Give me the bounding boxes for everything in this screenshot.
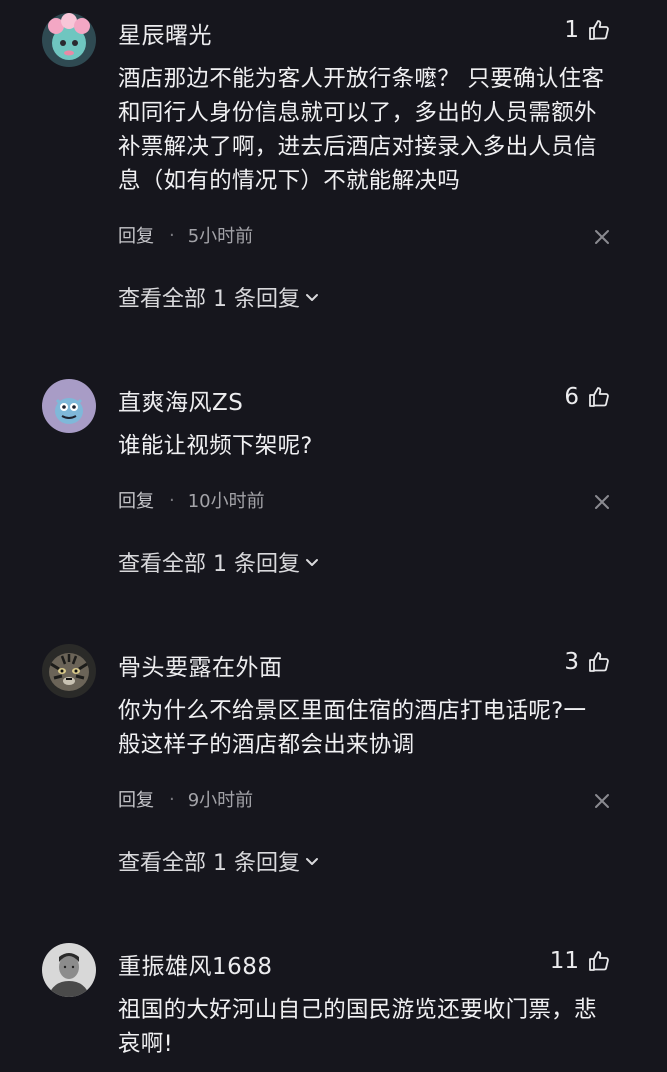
chevron-down-icon [305,559,318,566]
comment-meta: 回复 · 9小时前 [118,786,253,812]
comment-text: 你为什么不给景区里面住宿的酒店打电话呢?一般这样子的酒店都会出来协调 [118,698,587,758]
like-button[interactable]: 1 [564,17,611,43]
username[interactable]: 骨头要露在外面 [118,648,283,682]
separator-dot: · [169,489,175,511]
comment-feed: 星辰曙光 1 酒店那边不能为客人开放行条嚒？ 只要确认住客和同行人身份信息就可以… [0,0,667,1072]
like-button[interactable]: 11 [550,948,611,974]
avatar[interactable] [42,943,96,997]
close-icon[interactable] [593,228,611,246]
chevron-down-icon [305,858,318,865]
like-count: 6 [564,384,579,410]
comment-text: 谁能让视频下架呢? [118,433,313,459]
reply-button[interactable]: 回复 [118,786,154,812]
thumbs-up-icon[interactable] [587,18,611,42]
view-replies-label: 查看全部 1 条回复 [118,287,300,312]
thumbs-up-icon[interactable] [587,949,611,973]
timestamp: 5小时前 [187,226,254,247]
like-count: 1 [564,17,579,43]
view-replies-button[interactable]: 查看全部 1 条回复 [118,845,321,877]
comment-meta: 回复 · 5小时前 [118,222,253,248]
close-icon[interactable] [593,493,611,511]
comment-text: 祖国的大好河山自己的国民游览还要收门票，悲哀啊! [118,997,597,1057]
timestamp: 9小时前 [187,790,254,811]
username[interactable]: 直爽海风ZS [118,383,243,417]
avatar[interactable] [42,13,96,67]
comment-text: 酒店那边不能为客人开放行条嚒？ 只要确认住客和同行人身份信息就可以了，多出的人员… [118,66,605,194]
avatar[interactable] [42,644,96,698]
close-icon[interactable] [593,792,611,810]
like-button[interactable]: 3 [564,649,611,675]
avatar[interactable] [42,379,96,433]
username[interactable]: 星辰曙光 [118,16,212,50]
like-count: 3 [564,649,579,675]
separator-dot: · [169,788,175,810]
view-replies-button[interactable]: 查看全部 1 条回复 [118,281,321,313]
thumbs-up-icon[interactable] [587,650,611,674]
chevron-down-icon [305,294,318,301]
username[interactable]: 重振雄风1688 [118,947,273,981]
view-replies-label: 查看全部 1 条回复 [118,552,300,577]
like-button[interactable]: 6 [564,384,611,410]
comment-meta: 回复 · 10小时前 [118,487,265,513]
reply-button[interactable]: 回复 [118,487,154,513]
thumbs-up-icon[interactable] [587,385,611,409]
reply-button[interactable]: 回复 [118,222,154,248]
timestamp: 10小时前 [187,491,265,512]
view-replies-label: 查看全部 1 条回复 [118,851,300,876]
separator-dot: · [169,224,175,246]
view-replies-button[interactable]: 查看全部 1 条回复 [118,546,321,578]
like-count: 11 [549,948,579,974]
